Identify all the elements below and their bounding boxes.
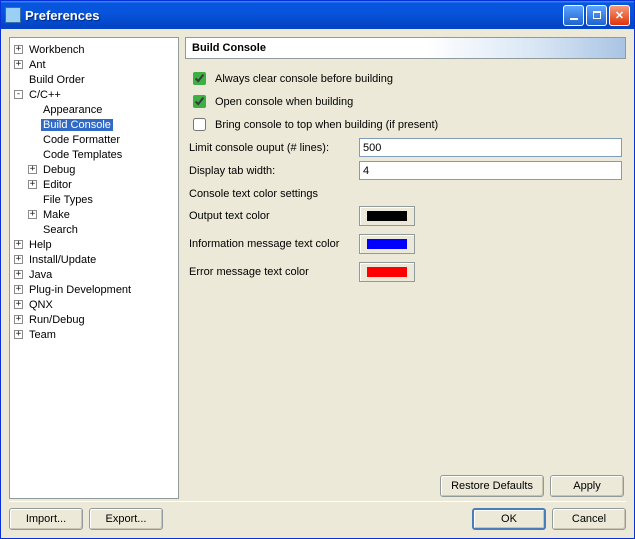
check-top[interactable] (193, 118, 206, 131)
expand-icon[interactable]: + (14, 300, 23, 309)
expand-icon[interactable]: + (14, 240, 23, 249)
info-color-row: Information message text color (189, 234, 622, 254)
info-color-label: Information message text color (189, 238, 359, 250)
tree-item-java[interactable]: +Java (12, 267, 176, 282)
content-pane: Build Console Always clear console befor… (185, 37, 626, 499)
tree-item-workbench[interactable]: +Workbench (12, 42, 176, 57)
check-clear-row: Always clear console before building (189, 69, 622, 88)
error-color-swatch (367, 267, 407, 277)
client-area: +Workbench +Ant Build Order -C/C++ Appea… (1, 29, 634, 538)
tree-item-debug[interactable]: +Debug (12, 162, 176, 177)
check-open-label: Open console when building (215, 96, 353, 108)
tree-item-search[interactable]: Search (12, 222, 176, 237)
output-color-label: Output text color (189, 210, 359, 222)
expand-icon[interactable]: + (14, 60, 23, 69)
expand-icon[interactable]: + (14, 315, 23, 324)
info-color-button[interactable] (359, 234, 415, 254)
tree-item-code-formatter[interactable]: Code Formatter (12, 132, 176, 147)
color-section-label: Console text color settings (189, 188, 622, 200)
expand-icon[interactable]: + (14, 285, 23, 294)
limit-input[interactable] (359, 138, 622, 157)
app-icon (5, 7, 21, 23)
page-title: Build Console (185, 37, 626, 59)
limit-label: Limit console ouput (# lines): (189, 142, 359, 154)
page-buttons: Restore Defaults Apply (185, 471, 626, 499)
error-color-button[interactable] (359, 262, 415, 282)
tab-width-input[interactable] (359, 161, 622, 180)
titlebar: Preferences ✕ (1, 1, 634, 29)
expand-icon[interactable]: + (14, 330, 23, 339)
expand-icon[interactable]: + (28, 210, 37, 219)
maximize-button[interactable] (586, 5, 607, 26)
close-button[interactable]: ✕ (609, 5, 630, 26)
tree-item-build-console[interactable]: Build Console (12, 117, 176, 132)
tree-item-editor[interactable]: +Editor (12, 177, 176, 192)
tree-item-plugin-dev[interactable]: +Plug-in Development (12, 282, 176, 297)
expand-icon[interactable]: + (14, 255, 23, 264)
footer: Import... Export... OK Cancel (9, 502, 626, 530)
export-button[interactable]: Export... (89, 508, 163, 530)
error-color-row: Error message text color (189, 262, 622, 282)
info-color-swatch (367, 239, 407, 249)
settings-panel: Always clear console before building Ope… (185, 63, 626, 467)
cancel-button[interactable]: Cancel (552, 508, 626, 530)
tree-item-code-templates[interactable]: Code Templates (12, 147, 176, 162)
tree-item-ant[interactable]: +Ant (12, 57, 176, 72)
check-open[interactable] (193, 95, 206, 108)
expand-icon[interactable]: + (14, 45, 23, 54)
tree-item-ccpp[interactable]: -C/C++ (12, 87, 176, 102)
import-button[interactable]: Import... (9, 508, 83, 530)
minimize-button[interactable] (563, 5, 584, 26)
tree-item-make[interactable]: +Make (12, 207, 176, 222)
check-top-label: Bring console to top when building (if p… (215, 119, 438, 131)
check-clear[interactable] (193, 72, 206, 85)
check-clear-label: Always clear console before building (215, 73, 393, 85)
expand-icon[interactable]: + (28, 180, 37, 189)
output-color-row: Output text color (189, 206, 622, 226)
main-area: +Workbench +Ant Build Order -C/C++ Appea… (9, 37, 626, 499)
output-color-swatch (367, 211, 407, 221)
tree-item-team[interactable]: +Team (12, 327, 176, 342)
preferences-tree[interactable]: +Workbench +Ant Build Order -C/C++ Appea… (9, 37, 179, 499)
expand-icon[interactable]: + (28, 165, 37, 174)
ok-button[interactable]: OK (472, 508, 546, 530)
tree-item-install-update[interactable]: +Install/Update (12, 252, 176, 267)
tab-width-row: Display tab width: (189, 161, 622, 180)
preferences-window: Preferences ✕ +Workbench +Ant Build Orde… (0, 0, 635, 539)
tree-item-build-order[interactable]: Build Order (12, 72, 176, 87)
error-color-label: Error message text color (189, 266, 359, 278)
tree-item-appearance[interactable]: Appearance (12, 102, 176, 117)
collapse-icon[interactable]: - (14, 90, 23, 99)
apply-button[interactable]: Apply (550, 475, 624, 497)
restore-defaults-button[interactable]: Restore Defaults (440, 475, 544, 497)
limit-row: Limit console ouput (# lines): (189, 138, 622, 157)
tab-width-label: Display tab width: (189, 165, 359, 177)
tree-item-qnx[interactable]: +QNX (12, 297, 176, 312)
check-top-row: Bring console to top when building (if p… (189, 115, 622, 134)
tree-item-file-types[interactable]: File Types (12, 192, 176, 207)
check-open-row: Open console when building (189, 92, 622, 111)
expand-icon[interactable]: + (14, 270, 23, 279)
tree-item-help[interactable]: +Help (12, 237, 176, 252)
window-title: Preferences (25, 8, 561, 23)
tree-item-run-debug[interactable]: +Run/Debug (12, 312, 176, 327)
output-color-button[interactable] (359, 206, 415, 226)
